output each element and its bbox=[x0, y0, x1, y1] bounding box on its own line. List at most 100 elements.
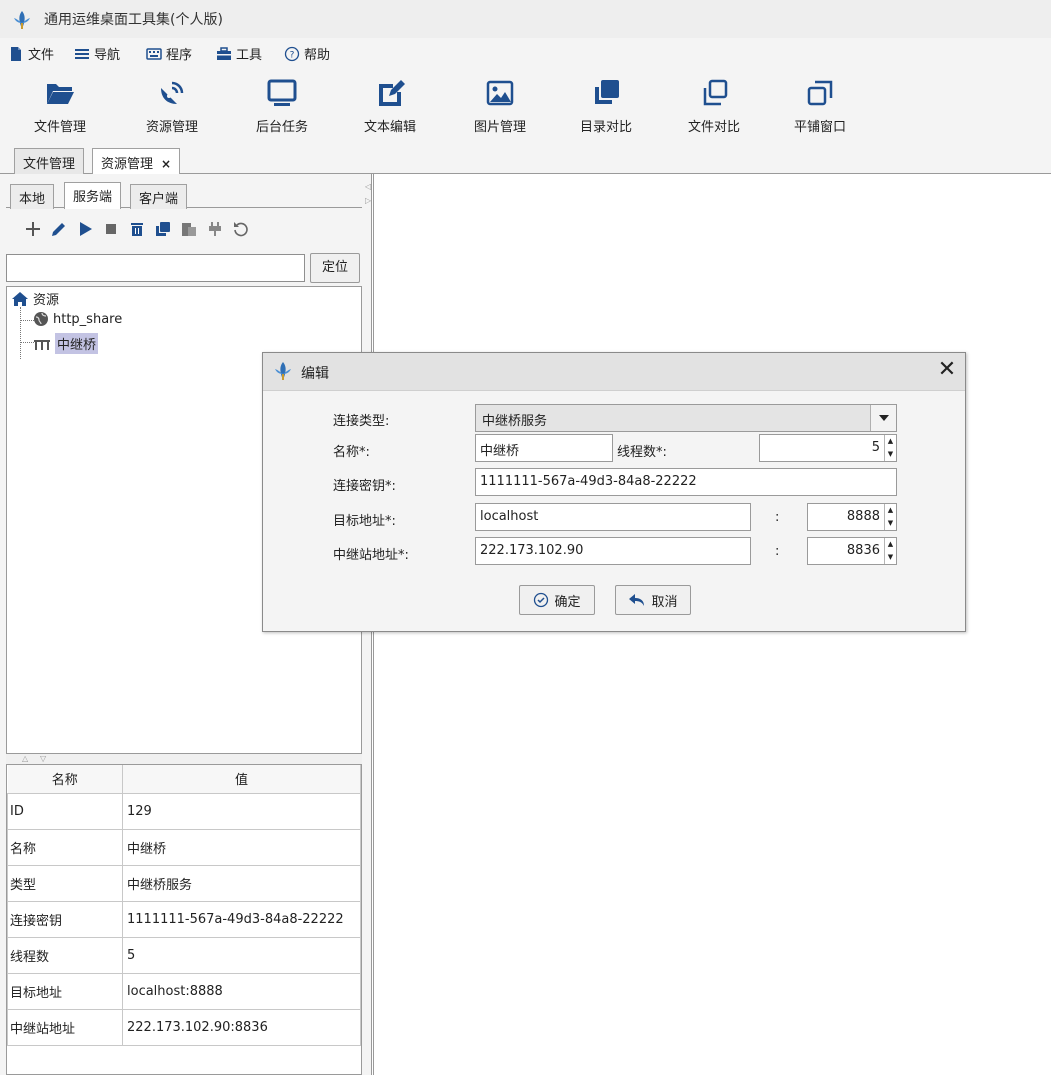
table-row: 目标地址 localhost:8888 bbox=[7, 972, 361, 1010]
tab-resource-manager[interactable]: 资源管理 × bbox=[92, 148, 181, 176]
tab-local[interactable]: 本地 bbox=[10, 184, 55, 209]
name-field[interactable]: 中继桥 bbox=[475, 434, 613, 462]
split-up-icon[interactable]: △ bbox=[22, 754, 28, 763]
table-row: 类型 中继桥服务 bbox=[7, 864, 361, 902]
table-row: 名称 中继桥 bbox=[7, 828, 361, 866]
threads-stepper[interactable]: 5 ▲ ▼ bbox=[759, 434, 897, 462]
file-icon bbox=[11, 46, 21, 61]
menu-bar: 文件 导航 程序 工具 ? 帮助 bbox=[0, 38, 1051, 68]
target-host-field[interactable]: localhost bbox=[475, 503, 751, 531]
menu-lines-icon bbox=[75, 48, 89, 59]
ok-button[interactable]: 确定 bbox=[519, 585, 595, 615]
target-colon: : bbox=[775, 510, 780, 525]
window-restore-icon bbox=[807, 80, 833, 106]
file-manager-button[interactable]: 文件管理 bbox=[10, 74, 110, 140]
home-icon bbox=[12, 291, 28, 306]
close-icon[interactable]: ✕ bbox=[935, 357, 959, 382]
tab-server[interactable]: 服务端 bbox=[64, 182, 122, 209]
table-row: 线程数 5 bbox=[7, 936, 361, 974]
copy-outline-icon bbox=[703, 79, 728, 106]
menu-help[interactable]: ? 帮助 bbox=[284, 44, 330, 63]
cancel-button[interactable]: 取消 bbox=[615, 585, 691, 615]
trash-icon[interactable] bbox=[126, 218, 148, 240]
tab-file-manager[interactable]: 文件管理 bbox=[14, 148, 85, 175]
conn-type-label: 连接类型: bbox=[333, 414, 390, 429]
menu-tools[interactable]: 工具 bbox=[216, 44, 262, 63]
tree-guide-line bbox=[20, 320, 34, 321]
collapse-arrows-icon[interactable]: ◁ ▷ bbox=[365, 180, 371, 208]
paste-icon[interactable] bbox=[178, 218, 200, 240]
text-editor-button[interactable]: 文本编辑 bbox=[340, 74, 440, 140]
main-toolbar: 文件管理 资源管理 后台任务 文本编辑 图片管理 目录对比 文件对比 平铺窗口 bbox=[0, 68, 1051, 144]
menu-nav[interactable]: 导航 bbox=[74, 44, 120, 63]
tree-node-relay-bridge[interactable]: 中继桥 bbox=[33, 333, 99, 354]
app-logo-icon bbox=[14, 11, 30, 29]
tab-close-icon[interactable]: × bbox=[161, 157, 171, 171]
help-circle-icon: ? bbox=[284, 46, 300, 61]
globe-icon bbox=[34, 312, 48, 326]
file-compare-button[interactable]: 文件对比 bbox=[664, 74, 764, 140]
folder-open-icon bbox=[47, 84, 74, 104]
reply-arrow-icon bbox=[629, 594, 645, 606]
dialog-title-bar[interactable]: 编辑 ✕ bbox=[263, 353, 965, 391]
locate-button[interactable]: 定位 bbox=[310, 253, 360, 283]
threads-label: 线程数*: bbox=[617, 445, 667, 460]
tree-node-http-share[interactable]: http_share bbox=[33, 311, 122, 327]
menu-file[interactable]: 文件 bbox=[8, 44, 54, 63]
column-header-name: 名称 bbox=[7, 765, 123, 794]
plug-icon[interactable] bbox=[204, 218, 226, 240]
relay-host-field[interactable]: 222.173.102.90 bbox=[475, 537, 751, 565]
resource-sub-tabs: 本地 服务端 客户端 bbox=[6, 180, 362, 209]
bridge-icon bbox=[34, 339, 50, 350]
background-tasks-button[interactable]: 后台任务 bbox=[232, 74, 332, 140]
name-label: 名称*: bbox=[333, 445, 370, 460]
chevron-down-icon[interactable] bbox=[870, 405, 896, 431]
relay-colon: : bbox=[775, 544, 780, 559]
locate-input[interactable] bbox=[6, 254, 305, 282]
image-icon bbox=[486, 80, 514, 106]
pencil-icon[interactable] bbox=[48, 218, 70, 240]
spin-down-icon[interactable]: ▼ bbox=[884, 551, 896, 564]
spin-down-icon[interactable]: ▼ bbox=[884, 517, 896, 530]
satellite-dish-icon bbox=[161, 81, 184, 104]
relay-port-stepper[interactable]: 8836 ▲ ▼ bbox=[807, 537, 897, 565]
tree-guide-line bbox=[20, 307, 21, 359]
toolbox-icon bbox=[217, 46, 231, 60]
connection-key-field[interactable]: 1111111-567a-49d3-84a8-22222 bbox=[475, 468, 897, 496]
stop-icon[interactable] bbox=[100, 218, 122, 240]
properties-table: 名称 值 ID 129 名称 中继桥 类型 中继桥服务 连接密钥 1111111-567… bbox=[6, 764, 362, 1075]
check-circle-icon bbox=[534, 592, 549, 608]
column-header-value: 值 bbox=[122, 765, 361, 794]
target-port-stepper[interactable]: 8888 ▲ ▼ bbox=[807, 503, 897, 531]
dir-compare-button[interactable]: 目录对比 bbox=[556, 74, 656, 140]
resource-toolbar bbox=[14, 218, 314, 242]
tree-guide-line bbox=[20, 342, 34, 343]
panel-splitter[interactable]: △ ▽ bbox=[6, 754, 362, 764]
monitor-icon bbox=[267, 79, 297, 106]
table-row: 中继站地址 222.173.102.90:8836 bbox=[7, 1008, 361, 1046]
tile-windows-button[interactable]: 平铺窗口 bbox=[770, 74, 870, 140]
conn-type-select[interactable]: 中继桥服务 bbox=[475, 404, 897, 432]
keyboard-icon bbox=[146, 47, 162, 60]
resource-manager-button[interactable]: 资源管理 bbox=[122, 74, 222, 140]
copy-icon[interactable] bbox=[152, 218, 174, 240]
spin-up-icon[interactable]: ▲ bbox=[884, 504, 896, 517]
relay-label: 中继站地址*: bbox=[333, 548, 409, 563]
undo-icon[interactable] bbox=[230, 218, 252, 240]
main-tab-bar: 文件管理 资源管理 × bbox=[0, 144, 1051, 176]
window-title: 通用运维桌面工具集(个人版) bbox=[44, 12, 223, 28]
spin-up-icon[interactable]: ▲ bbox=[884, 435, 896, 448]
svg-text:?: ? bbox=[290, 50, 295, 60]
tree-node-root[interactable]: 资源 bbox=[11, 289, 59, 308]
tab-client[interactable]: 客户端 bbox=[130, 184, 188, 209]
spin-up-icon[interactable]: ▲ bbox=[884, 538, 896, 551]
image-manager-button[interactable]: 图片管理 bbox=[450, 74, 550, 140]
split-down-icon[interactable]: ▽ bbox=[40, 754, 46, 763]
add-icon[interactable] bbox=[22, 218, 44, 240]
table-row: 连接密钥 1111111-567a-49d3-84a8-22222 bbox=[7, 900, 361, 938]
play-icon[interactable] bbox=[74, 218, 96, 240]
menu-program[interactable]: 程序 bbox=[146, 44, 192, 63]
app-logo-icon bbox=[275, 362, 291, 380]
target-label: 目标地址*: bbox=[333, 514, 396, 529]
spin-down-icon[interactable]: ▼ bbox=[884, 448, 896, 461]
